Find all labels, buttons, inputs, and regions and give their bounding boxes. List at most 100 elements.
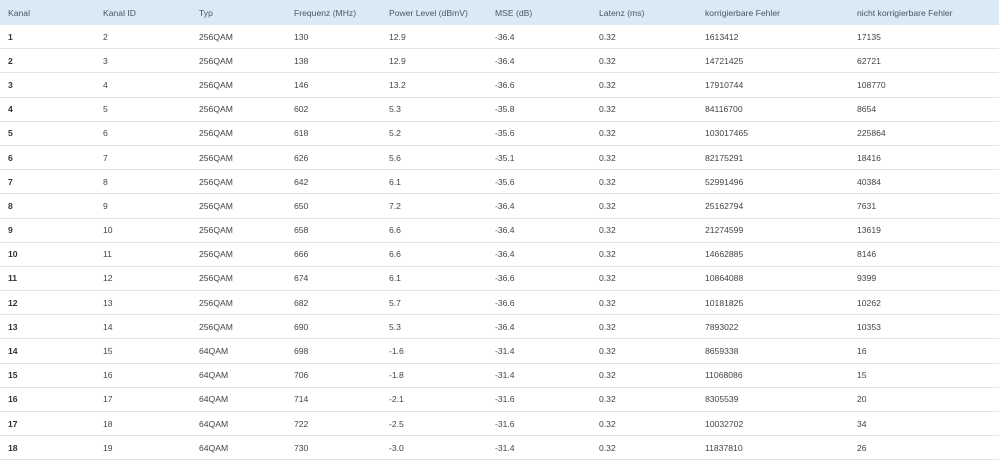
table-row: 3 4 256QAM 146 13.2 -36.6 0.32 17910744 108770 (0, 72, 999, 98)
cell-mse: -31.6 (487, 387, 591, 413)
cell-kanal-id: 7 (95, 145, 191, 171)
cell-typ: 256QAM (191, 145, 286, 171)
cell-nicht-korrigierbare-fehler: 15 (849, 363, 999, 388)
cell-nicht-korrigierbare-fehler: 62721 (849, 48, 999, 74)
cell-korrigierbare-fehler: 14662885 (697, 242, 849, 267)
column-header-mse: MSE (dB) (495, 7, 533, 18)
cell-power-level: 5.2 (381, 121, 487, 146)
cell-latenz: 0.32 (591, 338, 697, 364)
cell-latenz: 0.32 (591, 218, 697, 243)
cell-kanal-id: 15 (95, 338, 191, 364)
cell-frequenz: 658 (286, 218, 381, 243)
cell-frequenz: 618 (286, 121, 381, 146)
cell-frequenz: 722 (286, 411, 381, 437)
cell-nicht-korrigierbare-fehler: 108770 (849, 72, 999, 98)
cell-typ: 256QAM (191, 266, 286, 292)
cell-typ: 64QAM (191, 411, 286, 437)
cell-mse: -35.6 (487, 169, 591, 195)
cell-typ: 64QAM (191, 338, 286, 364)
cell-latenz: 0.32 (591, 169, 697, 195)
column-header-korrigierbare-fehler: korrigierbare Fehler (705, 7, 780, 18)
cell-nicht-korrigierbare-fehler: 17135 (849, 25, 999, 50)
cell-power-level: 6.1 (381, 169, 487, 195)
cell-korrigierbare-fehler: 11837810 (697, 435, 849, 460)
cell-korrigierbare-fehler: 25162794 (697, 193, 849, 219)
cell-typ: 256QAM (191, 314, 286, 340)
cell-mse: -36.4 (487, 25, 591, 50)
table-row: 12 13 256QAM 682 5.7 -36.6 0.32 10181825 10262 (0, 290, 999, 316)
cell-mse: -36.6 (487, 72, 591, 98)
cell-kanal: 1 (0, 25, 95, 50)
cell-typ: 256QAM (191, 242, 286, 267)
column-header-nicht-korrigierbare-fehler: nicht korrigierbare Fehler (857, 7, 953, 18)
cell-latenz: 0.32 (591, 387, 697, 413)
cell-kanal: 15 (0, 363, 95, 388)
table-row: 10 11 256QAM 666 6.6 -36.4 0.32 14662885 8146 (0, 242, 999, 267)
cell-typ: 256QAM (191, 218, 286, 243)
table-header: Kanal Kanal ID Typ Frequenz (MHz) Power Leve… (0, 0, 999, 25)
cell-latenz: 0.32 (591, 290, 697, 316)
cell-nicht-korrigierbare-fehler: 10353 (849, 314, 999, 340)
cell-latenz: 0.32 (591, 48, 697, 74)
table-header-row: Kanal Kanal ID Typ Frequenz (MHz) Power Leve… (0, 0, 999, 25)
cell-latenz: 0.32 (591, 314, 697, 340)
cell-frequenz: 674 (286, 266, 381, 292)
cell-latenz: 0.32 (591, 435, 697, 460)
cell-power-level: -3.0 (381, 435, 487, 460)
cell-kanal: 6 (0, 145, 95, 171)
table-row: 6 7 256QAM 626 5.6 -35.1 0.32 82175291 18416 (0, 145, 999, 171)
table-row: 7 8 256QAM 642 6.1 -35.6 0.32 52991496 40384 (0, 169, 999, 195)
cell-korrigierbare-fehler: 10181825 (697, 290, 849, 316)
cell-power-level: -1.8 (381, 363, 487, 388)
cell-korrigierbare-fehler: 14721425 (697, 48, 849, 74)
table-row: 17 18 64QAM 722 -2.5 -31.6 0.32 10032702 34 (0, 411, 999, 437)
cell-nicht-korrigierbare-fehler: 13619 (849, 218, 999, 243)
cell-korrigierbare-fehler: 10032702 (697, 411, 849, 437)
cell-korrigierbare-fehler: 7893022 (697, 314, 849, 340)
cell-kanal-id: 8 (95, 169, 191, 195)
cell-power-level: -2.1 (381, 387, 487, 413)
cell-typ: 64QAM (191, 363, 286, 388)
column-header-kanal-id: Kanal ID (103, 7, 136, 18)
table-body: 1 2 256QAM 130 12.9 -36.4 0.32 1613412 17135 2 3 25… (0, 25, 999, 460)
cell-typ: 256QAM (191, 25, 286, 50)
cell-power-level: 7.2 (381, 193, 487, 219)
cell-kanal-id: 12 (95, 266, 191, 292)
cell-power-level: 6.6 (381, 218, 487, 243)
cell-mse: -36.4 (487, 48, 591, 74)
cell-power-level: 6.6 (381, 242, 487, 267)
cell-nicht-korrigierbare-fehler: 8654 (849, 97, 999, 122)
cell-kanal-id: 4 (95, 72, 191, 98)
cell-nicht-korrigierbare-fehler: 16 (849, 338, 999, 364)
table-row: 15 16 64QAM 706 -1.8 -31.4 0.32 11068086 15 (0, 363, 999, 388)
cell-frequenz: 138 (286, 48, 381, 74)
cell-kanal: 8 (0, 193, 95, 219)
column-header-typ: Typ (199, 7, 213, 18)
cell-korrigierbare-fehler: 17910744 (697, 72, 849, 98)
cell-korrigierbare-fehler: 21274599 (697, 218, 849, 243)
table-row: 13 14 256QAM 690 5.3 -36.4 0.32 7893022 10353 (0, 314, 999, 340)
table-row: 4 5 256QAM 602 5.3 -35.8 0.32 84116700 8654 (0, 97, 999, 122)
column-header-power-level: Power Level (dBmV) (389, 7, 468, 18)
cell-kanal: 9 (0, 218, 95, 243)
cell-frequenz: 642 (286, 169, 381, 195)
cell-power-level: 13.2 (381, 72, 487, 98)
cell-frequenz: 714 (286, 387, 381, 413)
cell-typ: 256QAM (191, 290, 286, 316)
cell-nicht-korrigierbare-fehler: 8146 (849, 242, 999, 267)
cell-latenz: 0.32 (591, 121, 697, 146)
table-row: 5 6 256QAM 618 5.2 -35.6 0.32 103017465 225864 (0, 121, 999, 146)
cell-kanal-id: 11 (95, 242, 191, 267)
cell-kanal: 17 (0, 411, 95, 437)
cell-nicht-korrigierbare-fehler: 7631 (849, 193, 999, 219)
cell-frequenz: 706 (286, 363, 381, 388)
cell-typ: 256QAM (191, 169, 286, 195)
cell-typ: 64QAM (191, 387, 286, 413)
cell-nicht-korrigierbare-fehler: 10262 (849, 290, 999, 316)
cell-korrigierbare-fehler: 52991496 (697, 169, 849, 195)
cell-kanal-id: 14 (95, 314, 191, 340)
cell-mse: -36.4 (487, 193, 591, 219)
cell-latenz: 0.32 (591, 145, 697, 171)
cell-kanal-id: 18 (95, 411, 191, 437)
column-header-frequenz: Frequenz (MHz) (294, 7, 357, 18)
